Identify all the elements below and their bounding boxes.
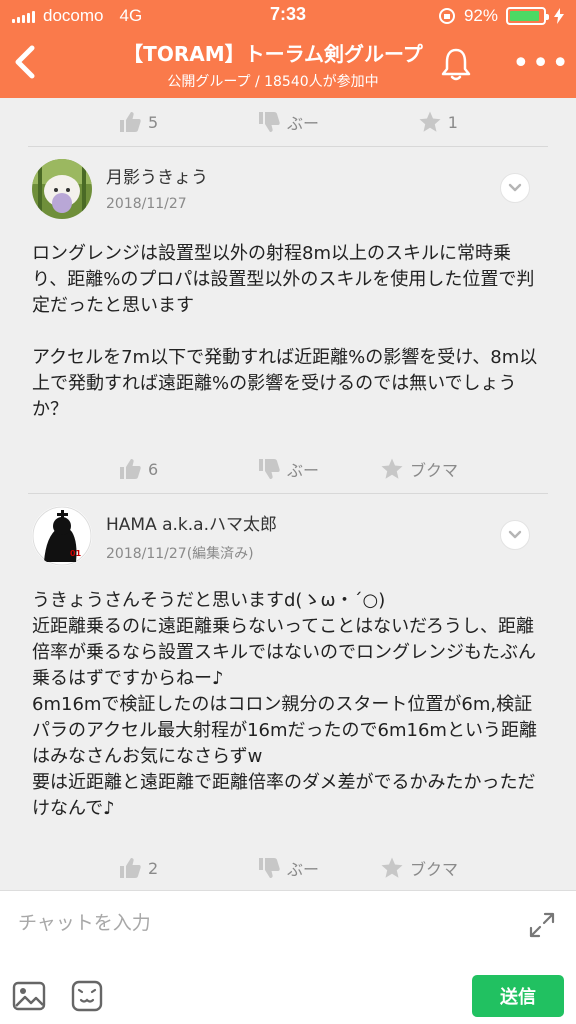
avatar[interactable]: 01 — [32, 506, 92, 566]
bell-icon[interactable] — [438, 46, 474, 82]
post-date: 2018/11/27(編集済み) — [106, 546, 254, 562]
like-count: 2 — [148, 858, 159, 878]
app-header: docomo 4G 7:33 92% 【TORAM】トーラム剣グループ 公開グル… — [0, 0, 576, 98]
thumbs-down-icon — [258, 112, 280, 132]
thumbs-up-icon — [120, 858, 141, 878]
svg-text:01: 01 — [70, 549, 82, 558]
more-options-button[interactable]: ••• — [512, 49, 571, 79]
like-count: 5 — [148, 112, 159, 132]
bookmark-label: ブクマ — [409, 461, 458, 480]
reaction-bar: 5 ぶー 1 — [0, 98, 576, 146]
group-subtitle: 公開グループ / 18540人が参加中 — [167, 74, 379, 90]
star-icon — [419, 111, 441, 132]
like-button[interactable]: 2 — [118, 856, 231, 880]
boo-button[interactable]: ぶー — [231, 110, 344, 134]
post-card: 月影うきょう 2018/11/27 ロングレンジは設置型以外の射程8m以上のスキ… — [0, 147, 576, 423]
avatar-image: 01 — [32, 506, 92, 566]
thumbs-down-icon — [258, 459, 280, 479]
emoji-icon[interactable] — [70, 979, 104, 1013]
boo-label: ぶー — [286, 860, 319, 879]
chat-input[interactable] — [18, 903, 498, 943]
battery-icon — [506, 7, 549, 25]
chevron-down-icon — [508, 530, 522, 539]
chat-composer: 送信 — [0, 890, 576, 1024]
chevron-left-icon — [15, 45, 35, 79]
avatar[interactable] — [32, 159, 92, 219]
back-button[interactable] — [10, 42, 50, 86]
post-menu-button[interactable] — [500, 173, 530, 203]
bookmark-button[interactable]: ブクマ — [345, 856, 458, 880]
post-card: 01 HAMA a.k.a.ハマ太郎 2018/11/27(編集済み) うきょう… — [0, 494, 576, 822]
boo-button[interactable]: ぶー — [231, 457, 344, 481]
send-button[interactable]: 送信 — [472, 975, 564, 1017]
like-button[interactable]: 5 — [118, 110, 231, 134]
boo-label: ぶー — [286, 114, 319, 133]
star-button[interactable]: 1 — [345, 110, 458, 134]
author-name[interactable]: HAMA a.k.a.ハマ太郎 — [106, 510, 277, 535]
star-icon — [381, 458, 403, 479]
like-button[interactable]: 6 — [118, 457, 231, 481]
chevron-down-icon — [508, 183, 522, 192]
status-bar: docomo 4G 7:33 92% — [0, 0, 576, 32]
boo-label: ぶー — [286, 461, 319, 480]
thumbs-down-icon — [258, 858, 280, 878]
reaction-bar: 6 ぶー ブクマ — [0, 445, 576, 493]
post-feed[interactable]: 5 ぶー 1 月影うきょう 2018/11/27 ロングレンジは設置型以外の射程… — [0, 98, 576, 890]
post-body: ロングレンジは設置型以外の射程8m以上のスキルに常時乗り、距離%のプロパは設置型… — [32, 243, 538, 420]
post-date: 2018/11/27 — [106, 196, 187, 212]
bookmark-button[interactable]: ブクマ — [345, 457, 458, 481]
star-icon — [381, 857, 403, 878]
thumbs-up-icon — [120, 459, 141, 479]
clock: 7:33 — [269, 4, 307, 24]
star-count: 1 — [447, 112, 458, 132]
reaction-bar: 2 ぶー ブクマ — [0, 844, 576, 890]
bookmark-label: ブクマ — [409, 860, 458, 879]
image-icon[interactable] — [12, 979, 46, 1013]
thumbs-up-icon — [120, 112, 141, 132]
post-body: うきょうさんそうだと思いますd(ゝω・´○) 近距離乗るのに遠距離乗らないってこ… — [32, 590, 537, 819]
author-name[interactable]: 月影うきょう — [106, 163, 208, 188]
boo-button[interactable]: ぶー — [231, 856, 344, 880]
group-title: 【TORAM】トーラム剣グループ — [123, 42, 423, 66]
avatar-image — [32, 159, 92, 219]
post-menu-button[interactable] — [500, 520, 530, 550]
like-count: 6 — [148, 459, 159, 479]
expand-icon[interactable] — [528, 911, 556, 939]
